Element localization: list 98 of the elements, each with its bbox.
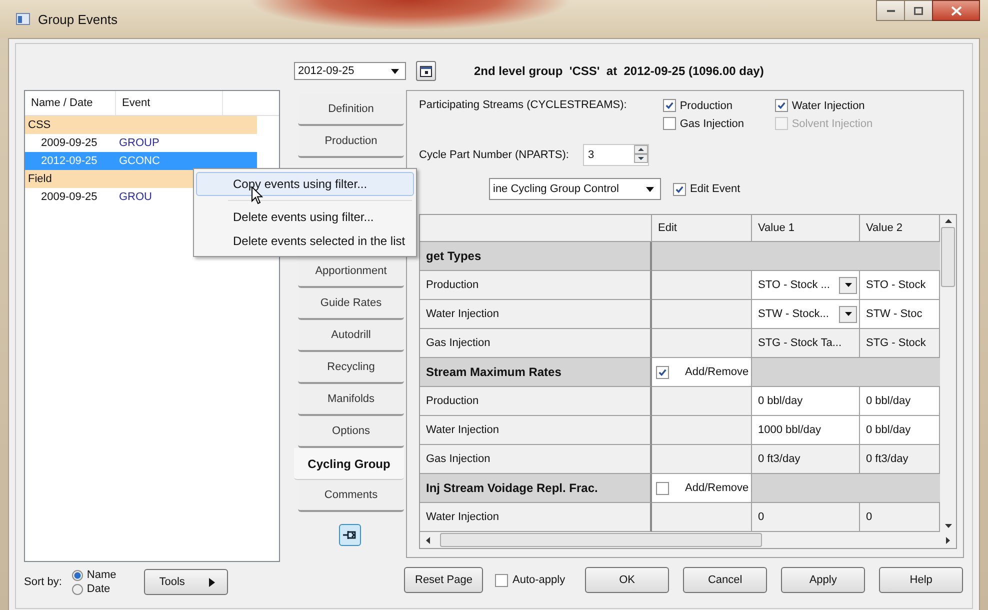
caret-icon [391, 68, 399, 74]
stream-checkbox[interactable] [662, 117, 676, 130]
section-header: Inj Stream Voidage Repl. Frac. [420, 474, 652, 503]
event-name: GROUP [119, 137, 160, 149]
value-cell[interactable]: STO - Stock ... [752, 271, 860, 300]
maximize-icon [914, 6, 923, 14]
column-header[interactable]: Event [116, 91, 223, 115]
horizontal-scrollbar[interactable] [420, 532, 956, 548]
row-label: Production [420, 387, 652, 416]
reset-page-button[interactable]: Reset Page [404, 567, 484, 593]
auto-apply-label: Auto-apply [495, 574, 566, 586]
scroll-up-icon[interactable] [944, 219, 952, 223]
menu-item[interactable]: Delete events using filter... [196, 205, 414, 229]
scroll-thumb[interactable] [941, 227, 955, 287]
value-cell[interactable]: 0 bbl/day [860, 387, 940, 416]
value-cell[interactable]: 1000 bbl/day [752, 416, 860, 445]
minimize-icon [886, 10, 894, 12]
nparts-label: Cycle Part Number (NPARTS): [419, 149, 569, 161]
close-button[interactable] [932, 0, 980, 21]
value-cell[interactable]: 0 ft3/day [860, 445, 940, 474]
value-cell[interactable]: 0 [860, 503, 940, 532]
caret-icon [844, 283, 852, 287]
streams-label: Participating Streams (CYCLESTREAMS): [419, 99, 627, 113]
value-cell[interactable]: 0 bbl/day [860, 416, 940, 445]
column-header[interactable]: Value 1 [752, 215, 860, 242]
scroll-down-icon[interactable] [944, 524, 952, 528]
event-name: GCONC [119, 155, 160, 167]
vertical-scrollbar[interactable] [940, 215, 956, 532]
value-cell[interactable]: STW - Stock... [752, 300, 860, 329]
calendar-button[interactable] [416, 61, 436, 81]
edit-event-label: Edit Event [673, 182, 740, 196]
window-icon [16, 13, 30, 25]
dialog-button[interactable]: Apply [781, 567, 866, 593]
auto-apply-checkbox[interactable] [495, 574, 508, 586]
stream-checkbox-label: Gas Injection [662, 117, 775, 130]
value-cell[interactable]: STG - Stock Ta... [752, 329, 860, 358]
column-header[interactable]: Value 2 [860, 215, 940, 242]
caret-icon [844, 312, 852, 316]
tab[interactable]: Cycling Group [294, 448, 404, 480]
menu-item[interactable]: Copy events using filter... [196, 172, 414, 196]
minimize-button[interactable] [876, 0, 905, 21]
event-date: 2009-09-25 [40, 191, 98, 203]
value-cell[interactable]: STO - Stock [860, 271, 940, 300]
arrow-right-icon [209, 578, 216, 586]
dialog-button[interactable]: Help [879, 567, 964, 593]
stream-checkbox-label: Solvent Injection [774, 117, 915, 130]
maximize-button[interactable] [904, 0, 933, 21]
dialog-button[interactable]: OK [585, 567, 670, 593]
group-row[interactable]: CSS [25, 116, 257, 134]
row-label: Production [420, 271, 652, 300]
dialog-button[interactable]: Cancel [683, 567, 768, 593]
scroll-thumb[interactable] [440, 533, 762, 547]
add-remove-checkbox[interactable] [656, 366, 669, 378]
stream-checkbox-label: Water Injection [774, 99, 915, 112]
row-label: Water Injection [420, 503, 652, 532]
column-header[interactable]: Name / Date [25, 91, 116, 115]
dropdown-button[interactable] [839, 276, 857, 294]
menu-item[interactable]: Delete events selected in the list [196, 229, 414, 253]
scroll-left-icon[interactable] [426, 536, 430, 544]
row-label: Gas Injection [420, 445, 652, 474]
sort-radio[interactable]: Date [72, 583, 116, 595]
value-cell[interactable]: STW - Stoc [860, 300, 940, 329]
stream-checkbox[interactable] [774, 99, 788, 112]
event-date: 2012-09-25 [40, 155, 98, 167]
section-header: get Types [420, 242, 652, 271]
section-header: Stream Maximum Rates [420, 358, 652, 387]
nparts-spinner[interactable]: 3 [582, 144, 649, 166]
add-remove-label: Add/Remove [685, 482, 749, 494]
add-remove-label: Add/Remove [685, 366, 749, 378]
event-date: 2009-09-25 [40, 137, 98, 149]
value-cell[interactable]: 0 ft3/day [752, 445, 860, 474]
pin-icon[interactable] [339, 524, 361, 546]
row-label: Water Injection [420, 300, 652, 329]
scroll-right-icon[interactable] [946, 536, 950, 544]
sort-label: Sort by: [24, 576, 62, 588]
value-cell[interactable]: STG - Stock [860, 329, 940, 358]
calendar-icon [420, 66, 432, 76]
edit-event-checkbox[interactable] [673, 182, 686, 196]
sort-radio[interactable]: Name [72, 569, 116, 581]
value-cell[interactable]: 0 bbl/day [752, 387, 860, 416]
event-name: GROU [119, 191, 152, 203]
group-header: 2nd level group 'CSS' at 2012-09-25 (1096.00 day) [474, 64, 764, 78]
column-header[interactable]: Edit [652, 215, 752, 242]
window-title: Group Events [38, 12, 118, 26]
date-combo[interactable]: 2012-09-25 [294, 62, 406, 80]
spin-arrows-icon[interactable] [634, 144, 648, 162]
row-label: Gas Injection [420, 329, 652, 358]
dropdown-button[interactable] [839, 306, 857, 322]
add-remove-checkbox[interactable] [656, 482, 669, 494]
close-icon [950, 6, 962, 16]
control-combo[interactable]: ine Cycling Group Control [489, 178, 661, 200]
stream-checkbox[interactable] [662, 99, 676, 112]
row-label: Water Injection [420, 416, 652, 445]
value-cell[interactable]: 0 [752, 503, 860, 532]
event-row[interactable]: 2009-09-25 GROUP [25, 134, 257, 152]
tools-button[interactable]: Tools [144, 569, 228, 595]
stream-checkbox-label: Production [662, 99, 775, 112]
caret-icon [646, 186, 654, 192]
